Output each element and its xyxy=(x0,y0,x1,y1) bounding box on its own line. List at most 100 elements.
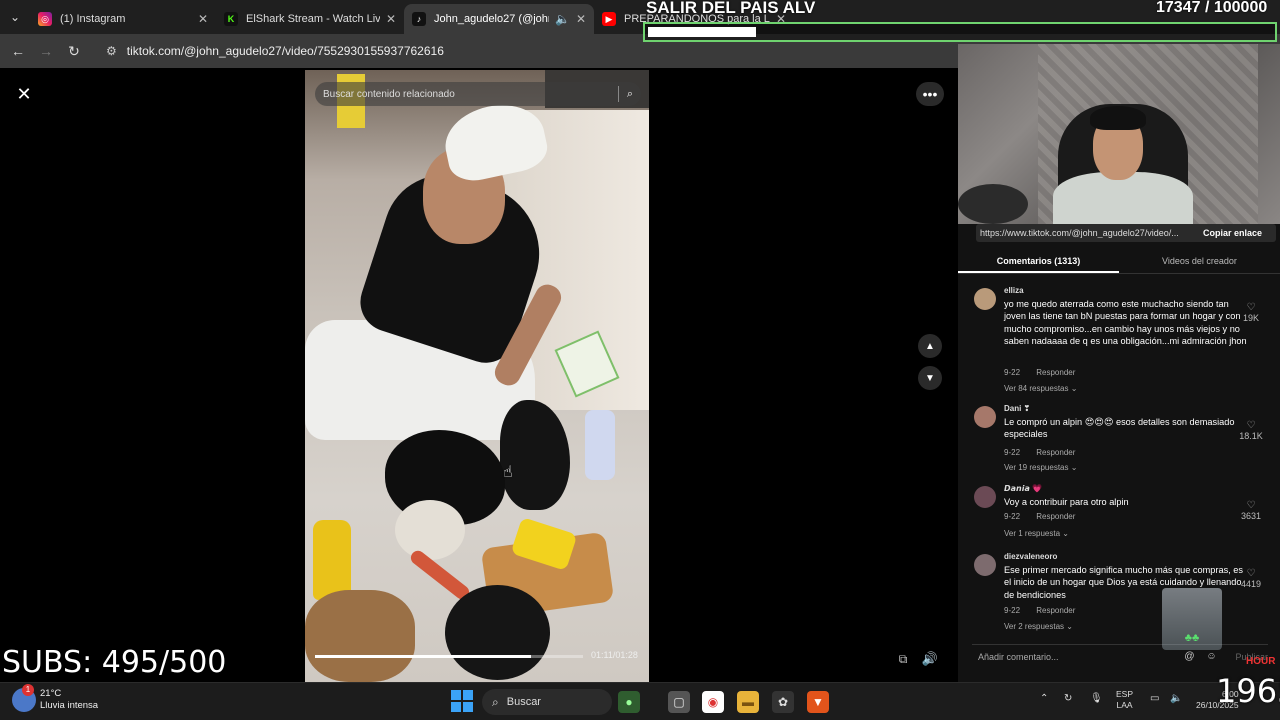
app-icon[interactable]: ✿ xyxy=(772,691,794,713)
add-comment-placeholder: Añadir comentario... xyxy=(978,651,1059,662)
video-frame[interactable]: Buscar contenido relacionado ⌕ ☝ 01:11/0… xyxy=(305,70,649,682)
picture-in-picture-icon[interactable]: ⧉ xyxy=(892,648,914,670)
temperature: 21°C xyxy=(40,688,62,699)
comment-item: diezvaleneoro Ese primer mercado signifi… xyxy=(958,552,1280,632)
overlay-big-number: 1965 xyxy=(1216,672,1280,710)
search-icon: ⌕ xyxy=(492,694,499,709)
previous-video-chevron-up-icon[interactable]: ▲ xyxy=(918,334,942,358)
reload-icon[interactable]: ↻ xyxy=(60,37,88,65)
url-text: tiktok.com/@john_agudelo27/video/7552930… xyxy=(126,44,444,58)
copy-link-button[interactable]: Copiar enlace xyxy=(1191,228,1276,238)
goal-progress-bar xyxy=(643,22,1277,42)
brave-icon[interactable]: ▼ xyxy=(807,691,829,713)
tab-search-chevron-icon[interactable]: ⌄ xyxy=(0,0,30,34)
mention-icon[interactable]: @ xyxy=(1181,651,1197,662)
close-icon[interactable]: ✕ xyxy=(12,82,36,106)
close-tab-icon[interactable]: ✕ xyxy=(576,12,586,26)
tray-chevron-up-icon[interactable]: ⌃ xyxy=(1040,693,1048,704)
avatar[interactable] xyxy=(974,554,996,576)
avatar[interactable] xyxy=(974,486,996,508)
tab-tiktok[interactable]: ♪ John_agudelo27 (@john_ag 🔈 ✕ xyxy=(404,4,594,34)
youtube-icon: ▶ xyxy=(602,12,616,26)
comment-item: elliza yo me quedo aterrada como este mu… xyxy=(958,286,1280,402)
file-explorer-icon[interactable]: ▬ xyxy=(737,691,759,713)
chrome-icon[interactable]: ◉ xyxy=(702,691,724,713)
comment-username[interactable]: 𝘿𝙖𝙣𝙞𝙖 💗 xyxy=(1004,484,1042,493)
network-icon[interactable]: ▭ xyxy=(1150,693,1159,704)
comment-date: 9-22 xyxy=(1004,606,1021,615)
tab-instagram[interactable]: ◎ (1) Instagram ✕ xyxy=(30,4,216,34)
view-replies-link[interactable]: Ver 84 respuestas ⌄ xyxy=(1004,384,1077,393)
tab-title: ElShark Stream - Watch Live on xyxy=(246,13,380,25)
next-video-chevron-down-icon[interactable]: ▼ xyxy=(918,366,942,390)
video-progress-played xyxy=(315,655,532,658)
weather-widget[interactable]: 1 21°C Lluvia intensa xyxy=(12,684,98,712)
reply-button[interactable]: Responder xyxy=(1036,512,1075,521)
related-search-placeholder: Buscar contenido relacionado xyxy=(323,88,455,100)
volume-icon[interactable]: 🔈 xyxy=(1170,693,1182,704)
view-replies-link[interactable]: Ver 2 respuestas ⌄ xyxy=(1004,622,1073,631)
comment-username[interactable]: diezvaleneoro xyxy=(1004,552,1057,561)
webcam-feed xyxy=(958,44,1280,224)
language-indicator[interactable]: ESP LAA xyxy=(1116,689,1133,711)
heart-icon: ♡ xyxy=(1246,420,1256,431)
windows-start-icon[interactable] xyxy=(451,690,473,712)
clover-logo-icon: ♣♣ xyxy=(1184,632,1200,644)
comment-meta: 9-22 Responder xyxy=(1004,448,1075,457)
streamer-hair xyxy=(1090,106,1146,130)
search-icon[interactable]: ⌕ xyxy=(627,88,633,101)
sync-icon[interactable]: ↻ xyxy=(1064,693,1072,704)
video-time: 01:11/01:28 xyxy=(591,650,638,660)
view-replies-link[interactable]: Ver 19 respuestas ⌄ xyxy=(1004,463,1077,472)
like-button[interactable]: ♡ 4419 xyxy=(1236,568,1266,589)
volume-icon[interactable]: 🔊 xyxy=(916,648,944,670)
view-replies-link[interactable]: Ver 1 respuesta ⌄ xyxy=(1004,529,1069,538)
avatar[interactable] xyxy=(974,288,996,310)
heart-icon: ♡ xyxy=(1246,568,1256,579)
related-search-bar[interactable]: Buscar contenido relacionado ⌕ xyxy=(315,82,641,106)
task-view-icon[interactable]: ▢ xyxy=(668,691,690,713)
forward-arrow-icon[interactable]: → xyxy=(32,37,60,65)
emoji-icon[interactable]: ☺ xyxy=(1203,651,1219,662)
comments-panel: https://www.tiktok.com/@john_agudelo27/v… xyxy=(958,224,1280,682)
close-tab-icon[interactable]: ✕ xyxy=(198,12,208,26)
site-settings-icon[interactable]: ⚙ xyxy=(106,44,117,58)
comment-username[interactable]: Dani ❣ xyxy=(1004,404,1030,413)
reply-button[interactable]: Responder xyxy=(1036,448,1075,457)
widget-fruit-icon[interactable]: ● xyxy=(618,691,640,713)
reply-button[interactable]: Responder xyxy=(1036,368,1075,377)
like-count: 3631 xyxy=(1240,511,1262,521)
like-button[interactable]: ♡ 19K xyxy=(1236,302,1266,323)
tab-creator-videos[interactable]: Videos del creador xyxy=(1119,252,1280,273)
comment-date: 9-22 xyxy=(1004,448,1021,457)
avatar[interactable] xyxy=(974,406,996,428)
heart-icon: ♡ xyxy=(1246,302,1256,313)
reply-button[interactable]: Responder xyxy=(1036,606,1075,615)
back-arrow-icon[interactable]: ← xyxy=(4,37,32,65)
potatoes xyxy=(305,590,415,682)
more-options-icon[interactable]: ••• xyxy=(916,82,944,106)
tab-title: John_agudelo27 (@john_ag xyxy=(434,13,549,25)
goal-target: / 100000 xyxy=(1204,0,1268,16)
instagram-icon: ◎ xyxy=(38,12,52,26)
microphone-icon[interactable]: 🎙 xyxy=(1090,693,1103,704)
oil-bottle xyxy=(313,520,351,600)
comment-username[interactable]: elliza xyxy=(1004,286,1024,295)
video-viewer: ✕ ••• ▲ ▼ ⧉ 🔊 Buscar contenido relaciona… xyxy=(0,68,958,682)
like-button[interactable]: ♡ 3631 xyxy=(1236,500,1266,521)
url-field[interactable]: ⚙ tiktok.com/@john_agudelo27/video/75529… xyxy=(98,38,452,64)
share-link-row: https://www.tiktok.com/@john_agudelo27/v… xyxy=(976,224,1276,242)
taskbar-search-label: Buscar xyxy=(506,696,541,708)
comment-date: 9-22 xyxy=(1004,368,1021,377)
like-button[interactable]: ♡ 18.1K xyxy=(1236,420,1266,441)
comment-date: 9-22 xyxy=(1004,512,1021,521)
tab-comments[interactable]: Comentarios (1313) xyxy=(958,252,1119,273)
tab-kick[interactable]: K ElShark Stream - Watch Live on ✕ xyxy=(216,4,404,34)
speaker-icon[interactable]: 🔈 xyxy=(555,12,570,26)
add-comment-field[interactable]: Añadir comentario... @ ☺ Publicar xyxy=(972,644,1268,668)
mouse-cursor-icon: ☝ xyxy=(503,464,513,481)
taskbar-search[interactable]: ⌕ Buscar xyxy=(482,689,612,715)
like-count: 18.1K xyxy=(1239,431,1263,441)
close-tab-icon[interactable]: ✕ xyxy=(386,12,396,26)
video-progress-bar[interactable] xyxy=(315,655,583,658)
